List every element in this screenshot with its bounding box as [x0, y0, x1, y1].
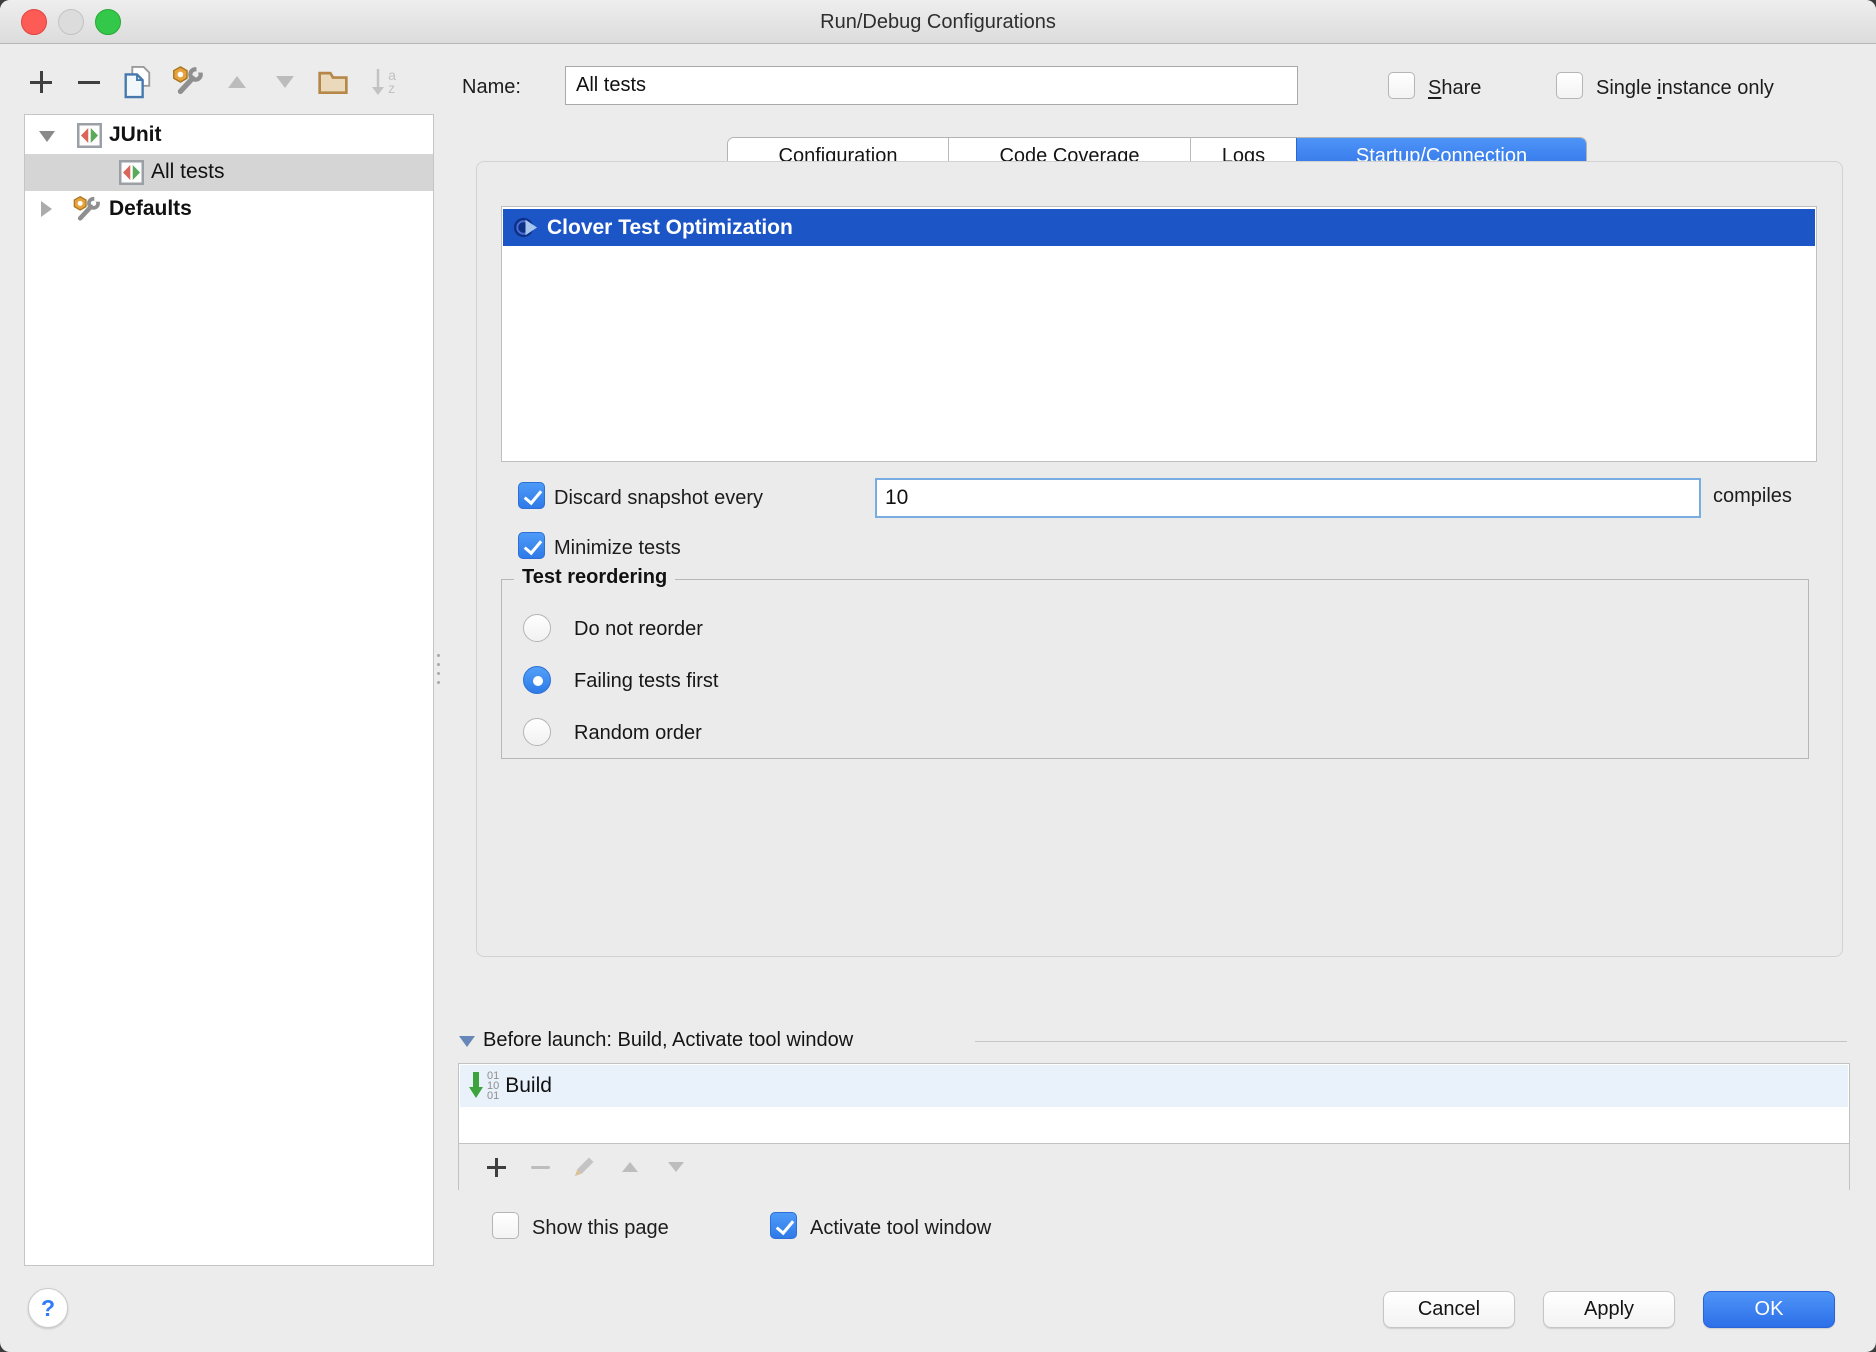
edit-defaults-button[interactable] — [166, 62, 208, 102]
arrow-up-icon — [622, 1162, 638, 1172]
plus-icon — [30, 71, 52, 93]
configurations-tree: JUnit All tests Defaults — [24, 114, 434, 1266]
test-reordering-title: Test reordering — [514, 566, 675, 589]
arrow-down-icon — [668, 1162, 684, 1172]
single-instance-label: Single instance only — [1596, 77, 1774, 100]
copy-icon — [121, 65, 153, 99]
before-launch-item-build[interactable]: 01 10 01 Build — [460, 1065, 1848, 1107]
before-launch-header: Before launch: Build, Activate tool wind… — [483, 1029, 853, 1052]
title-bar: Run/Debug Configurations — [0, 0, 1876, 44]
plus-icon — [487, 1158, 506, 1177]
name-label: Name: — [462, 76, 521, 99]
discard-snapshot-input[interactable] — [875, 478, 1701, 518]
copy-configuration-button[interactable] — [116, 62, 158, 102]
remove-task-button[interactable] — [521, 1148, 559, 1186]
activate-tool-window-checkbox[interactable] — [770, 1212, 797, 1239]
before-launch-list: 01 10 01 Build — [458, 1063, 1850, 1190]
wrench-icon — [71, 195, 101, 225]
sort-alphabetically-icon: a z — [370, 67, 396, 97]
before-launch-item-label: Build — [505, 1074, 552, 1098]
discard-snapshot-checkbox[interactable] — [518, 482, 545, 509]
build-icon: 01 10 01 — [468, 1070, 499, 1102]
tree-item-label: JUnit — [109, 123, 162, 147]
minus-icon — [531, 1166, 550, 1169]
radio-label: Do not reorder — [574, 618, 703, 641]
panel-splitter-handle[interactable] — [433, 648, 443, 688]
tree-collapse-icon[interactable] — [41, 201, 52, 217]
edit-task-button[interactable] — [565, 1148, 603, 1186]
minimize-tests-checkbox[interactable] — [518, 532, 545, 559]
remove-configuration-button[interactable] — [68, 62, 110, 102]
junit-icon — [119, 160, 144, 185]
minimize-tests-label: Minimize tests — [554, 537, 681, 560]
show-this-page-label: Show this page — [532, 1217, 669, 1240]
single-instance-checkbox[interactable] — [1556, 72, 1583, 99]
tree-item-all-tests[interactable]: All tests — [25, 154, 433, 191]
test-reordering-group: Test reordering Do not reorder Failing t… — [501, 579, 1809, 759]
compiles-unit-label: compiles — [1713, 485, 1792, 508]
discard-snapshot-label: Discard snapshot every — [554, 487, 763, 510]
radio-label: Random order — [574, 722, 702, 745]
list-item-label: Clover Test Optimization — [547, 216, 793, 240]
startup-items-list: Clover Test Optimization — [501, 206, 1817, 462]
folder-icon — [317, 68, 349, 96]
before-launch-collapse-icon[interactable] — [459, 1036, 475, 1047]
share-checkbox[interactable] — [1388, 72, 1415, 99]
startup-connection-panel: Clover Test Optimization Discard snapsho… — [476, 161, 1843, 957]
tree-item-junit[interactable]: JUnit — [25, 117, 433, 154]
show-this-page-checkbox[interactable] — [492, 1212, 519, 1239]
radio-do-not-reorder[interactable] — [523, 614, 551, 642]
radio-failing-tests-first[interactable] — [523, 666, 551, 694]
tree-item-label: Defaults — [109, 197, 192, 221]
name-input[interactable] — [565, 66, 1298, 105]
activate-tool-window-label: Activate tool window — [810, 1217, 991, 1240]
run-debug-configurations-dialog: Run/Debug Configurations — [0, 0, 1876, 1352]
tree-item-defaults[interactable]: Defaults — [25, 191, 433, 228]
move-down-button[interactable] — [264, 62, 306, 102]
cancel-button[interactable]: Cancel — [1383, 1291, 1515, 1328]
list-item-clover[interactable]: Clover Test Optimization — [503, 209, 1815, 246]
new-folder-button[interactable] — [312, 62, 354, 102]
share-label: Share — [1428, 77, 1481, 100]
add-configuration-button[interactable] — [20, 62, 62, 102]
sort-configurations-button[interactable]: a z — [362, 62, 404, 102]
tree-expand-icon[interactable] — [39, 131, 55, 142]
before-launch-toolbar — [459, 1143, 1849, 1190]
help-button[interactable]: ? — [28, 1288, 68, 1328]
move-up-button[interactable] — [216, 62, 258, 102]
radio-random-order[interactable] — [523, 718, 551, 746]
move-task-down-button[interactable] — [657, 1148, 695, 1186]
ok-button[interactable]: OK — [1703, 1291, 1835, 1328]
move-task-up-button[interactable] — [611, 1148, 649, 1186]
clover-icon — [512, 214, 539, 241]
radio-label: Failing tests first — [574, 670, 718, 693]
arrow-up-icon — [228, 76, 246, 88]
apply-button[interactable]: Apply — [1543, 1291, 1675, 1328]
window-title: Run/Debug Configurations — [0, 0, 1876, 44]
arrow-down-icon — [276, 76, 294, 88]
wrench-icon — [170, 65, 204, 99]
minus-icon — [78, 71, 100, 93]
pencil-icon — [572, 1155, 596, 1179]
tree-item-label: All tests — [151, 160, 225, 184]
before-launch-divider — [975, 1041, 1847, 1042]
junit-icon — [77, 123, 102, 148]
add-task-button[interactable] — [477, 1148, 515, 1186]
